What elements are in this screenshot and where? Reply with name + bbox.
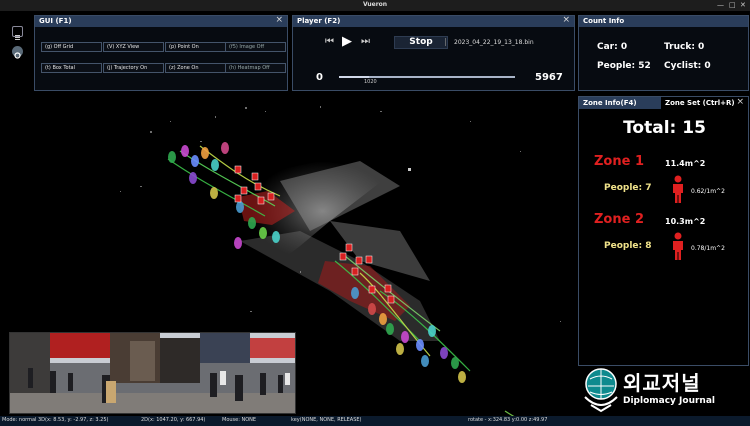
zone1-density: 0.62/1m^2: [691, 188, 725, 195]
progress-fill: [339, 76, 369, 78]
settings-icon[interactable]: [12, 46, 23, 59]
minimize-icon[interactable]: —: [717, 1, 724, 9]
window-titlebar: Vueron — □ ✕: [0, 0, 750, 11]
zone-set-tab[interactable]: Zone Set (Ctrl+R): [665, 99, 735, 107]
file-name: 2023_04_22_19_13_18.bin: [454, 39, 534, 46]
zone2-name: Zone 2: [594, 212, 645, 227]
close-icon[interactable]: ×: [275, 15, 283, 25]
zone-info-tab[interactable]: Zone Info(F4): [579, 97, 661, 109]
total-count: Total: 15: [623, 118, 706, 138]
close-icon[interactable]: ×: [562, 15, 570, 25]
window-title: Vueron: [362, 1, 388, 8]
status-rotate: rotate - x:324.83 y:0.00 z:49.97: [468, 417, 548, 423]
diplomacy-journal-logo: 외교저널 Diplomacy Journal: [578, 365, 738, 415]
truck-count: Truck: 0: [664, 42, 705, 52]
start-frame: 0: [316, 72, 323, 83]
zone2-area: 10.3m^2: [665, 217, 706, 226]
trajectory-on-button[interactable]: (j) Trajectory On: [103, 63, 164, 73]
gui-panel-header: GUI (F1) ×: [35, 15, 287, 27]
count-info-panel: Count Info Car: 0 Truck: 0 People: 52 Cy…: [578, 15, 749, 91]
skip-back-icon[interactable]: ⏮: [325, 36, 334, 47]
people-count: People: 52: [597, 61, 651, 71]
globe-emblem: [584, 368, 618, 413]
zone1-area: 11.4m^2: [665, 159, 706, 168]
person-icon: [673, 232, 683, 260]
player-panel-title: Player (F2): [297, 17, 341, 25]
logo-english-text: Diplomacy Journal: [623, 396, 715, 406]
list-icon[interactable]: [12, 26, 23, 40]
status-bar: Mode: normal 3D(x: 8.53, y: -2.97, z: 3.…: [0, 416, 750, 426]
stop-button[interactable]: Stop: [394, 36, 448, 49]
heatmap-off-button[interactable]: (h) Heatmap Off: [225, 63, 286, 73]
camera-image: [9, 332, 296, 414]
status-mode: Mode: normal 3D(x: 8.53, y: -2.97, z: 3.…: [2, 417, 109, 423]
separator: |: [444, 37, 447, 46]
play-icon[interactable]: ▶: [342, 34, 352, 49]
xyz-view-button[interactable]: (V) XYZ View: [103, 42, 164, 52]
off-grid-button[interactable]: (g) Off Grid: [41, 42, 102, 52]
image-off-button[interactable]: (f5) Image Off: [225, 42, 286, 52]
count-info-header: Count Info: [579, 16, 748, 27]
zone1-name: Zone 1: [594, 154, 645, 169]
status-key: key(NONE, NONE, RELEASE): [291, 417, 362, 423]
zone2-density: 0.78/1m^2: [691, 245, 725, 252]
gui-panel-title: GUI (F1): [39, 17, 72, 25]
cyclist-count: Cyclist: 0: [664, 61, 711, 71]
count-info-title: Count Info: [583, 17, 625, 25]
car-count: Car: 0: [597, 42, 628, 52]
status-2d: 2D(x: 1047.20, y: 667.94): [141, 417, 206, 423]
zone-on-button[interactable]: (z) Zone On: [165, 63, 226, 73]
zone1-people: People: 7: [604, 183, 652, 193]
logo-korean-text: 외교저널: [623, 371, 701, 395]
zone2-people: People: 8: [604, 241, 652, 251]
person-icon: [673, 175, 683, 203]
player-panel-header: Player (F2) ×: [293, 15, 574, 27]
maximize-icon[interactable]: □: [729, 1, 736, 9]
point-on-button[interactable]: (p) Point On: [165, 42, 226, 52]
skip-forward-icon[interactable]: ⏭: [361, 36, 370, 47]
box-total-button[interactable]: (t) Box Total: [41, 63, 102, 73]
end-frame: 5967: [535, 72, 563, 83]
close-window-icon[interactable]: ✕: [740, 1, 746, 9]
close-icon[interactable]: ×: [736, 97, 744, 107]
player-panel: Player (F2) × ⏮ ▶ ⏭ Stop | 2023_04_22_19…: [292, 15, 575, 91]
zone-info-panel: Zone Info(F4) Zone Set (Ctrl+R) × Total:…: [578, 96, 749, 366]
zone-info-tab-label: Zone Info(F4): [583, 99, 637, 107]
status-mouse: Mouse: NONE: [222, 417, 257, 423]
gui-panel: GUI (F1) × (g) Off Grid (V) XYZ View (p)…: [34, 15, 288, 91]
current-frame: 1020: [364, 79, 377, 85]
